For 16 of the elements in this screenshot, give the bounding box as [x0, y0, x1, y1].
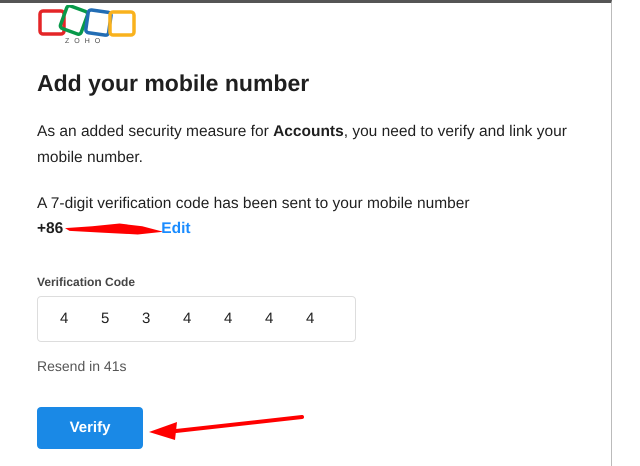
intro-text: As an added security measure for Accounts, you need to verify and link your mobile number. [37, 122, 568, 168]
verify-button[interactable]: Verify [37, 407, 143, 450]
code-digit: 4 [224, 308, 234, 329]
code-digit: 4 [183, 308, 192, 329]
edit-link[interactable]: Edit [161, 217, 191, 242]
code-digit: 5 [101, 308, 110, 329]
phone-number: +86 [37, 219, 64, 240]
page-title: Add your mobile number [37, 70, 310, 98]
resend-timer: Resend in 41s [37, 357, 128, 376]
field-label: Verification Code [37, 274, 136, 292]
code-digit: 3 [142, 308, 152, 329]
code-digit: 4 [265, 308, 274, 329]
code-field[interactable]: 4 5 3 4 4 4 4 [37, 296, 356, 342]
notice-text: A 7-digit verification code has been sent to your mobile number [37, 194, 471, 214]
code-digit: 4 [60, 308, 70, 329]
code-digit: 4 [306, 308, 316, 329]
